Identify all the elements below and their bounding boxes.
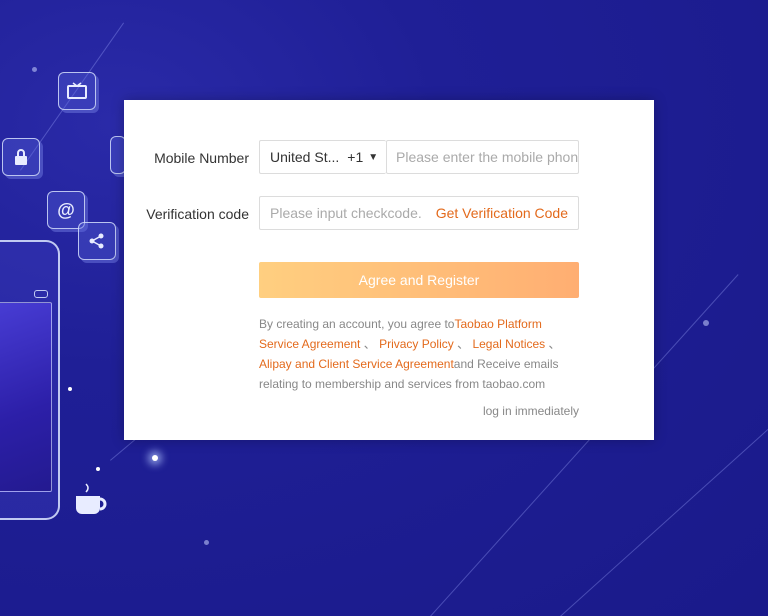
bg-line xyxy=(560,415,768,616)
bg-dot xyxy=(204,540,209,545)
mobile-number-label: Mobile Number xyxy=(154,150,249,166)
phone-illustration xyxy=(0,240,60,520)
register-card: Mobile Number United St... +1 ▼ Please e… xyxy=(124,100,654,440)
bg-dot xyxy=(703,320,709,326)
terms-text: By creating an account, you agree toTaob… xyxy=(259,314,581,394)
country-code: +1 xyxy=(347,149,364,165)
share-icon xyxy=(78,222,116,260)
lock-icon xyxy=(2,138,40,176)
tv-icon xyxy=(58,72,96,110)
country-select[interactable]: United St... +1 ▼ xyxy=(259,140,386,174)
verification-code-input[interactable]: Please input checkcode. xyxy=(270,205,422,221)
country-name: United St... xyxy=(270,149,340,165)
terms-separator: 、 xyxy=(545,337,561,351)
bg-dot xyxy=(32,67,37,72)
alipay-agreement-link[interactable]: Alipay and Client Service Agreement xyxy=(259,357,454,371)
privacy-policy-link[interactable]: Privacy Policy xyxy=(379,337,454,351)
mobile-number-input[interactable]: Please enter the mobile phone xyxy=(386,140,579,174)
get-verification-code-link[interactable]: Get Verification Code xyxy=(436,205,568,221)
agree-and-register-button[interactable]: Agree and Register xyxy=(259,262,579,298)
terms-separator: 、 xyxy=(453,337,470,351)
verification-code-field[interactable]: Please input checkcode. Get Verification… xyxy=(259,196,579,230)
terms-intro: By creating an account, you agree to xyxy=(259,317,455,331)
chevron-down-icon: ▼ xyxy=(368,151,379,163)
verification-code-label: Verification code xyxy=(146,206,249,222)
legal-notices-link[interactable]: Legal Notices xyxy=(472,337,545,351)
bg-glow-dot xyxy=(152,455,158,461)
login-link[interactable]: log in immediately xyxy=(483,404,579,418)
bg-dot xyxy=(68,387,72,391)
phone-screen xyxy=(0,302,52,492)
terms-separator: 、 xyxy=(360,337,376,351)
cup-icon xyxy=(76,483,107,514)
bg-dot xyxy=(96,467,100,471)
phone-button xyxy=(34,290,48,298)
